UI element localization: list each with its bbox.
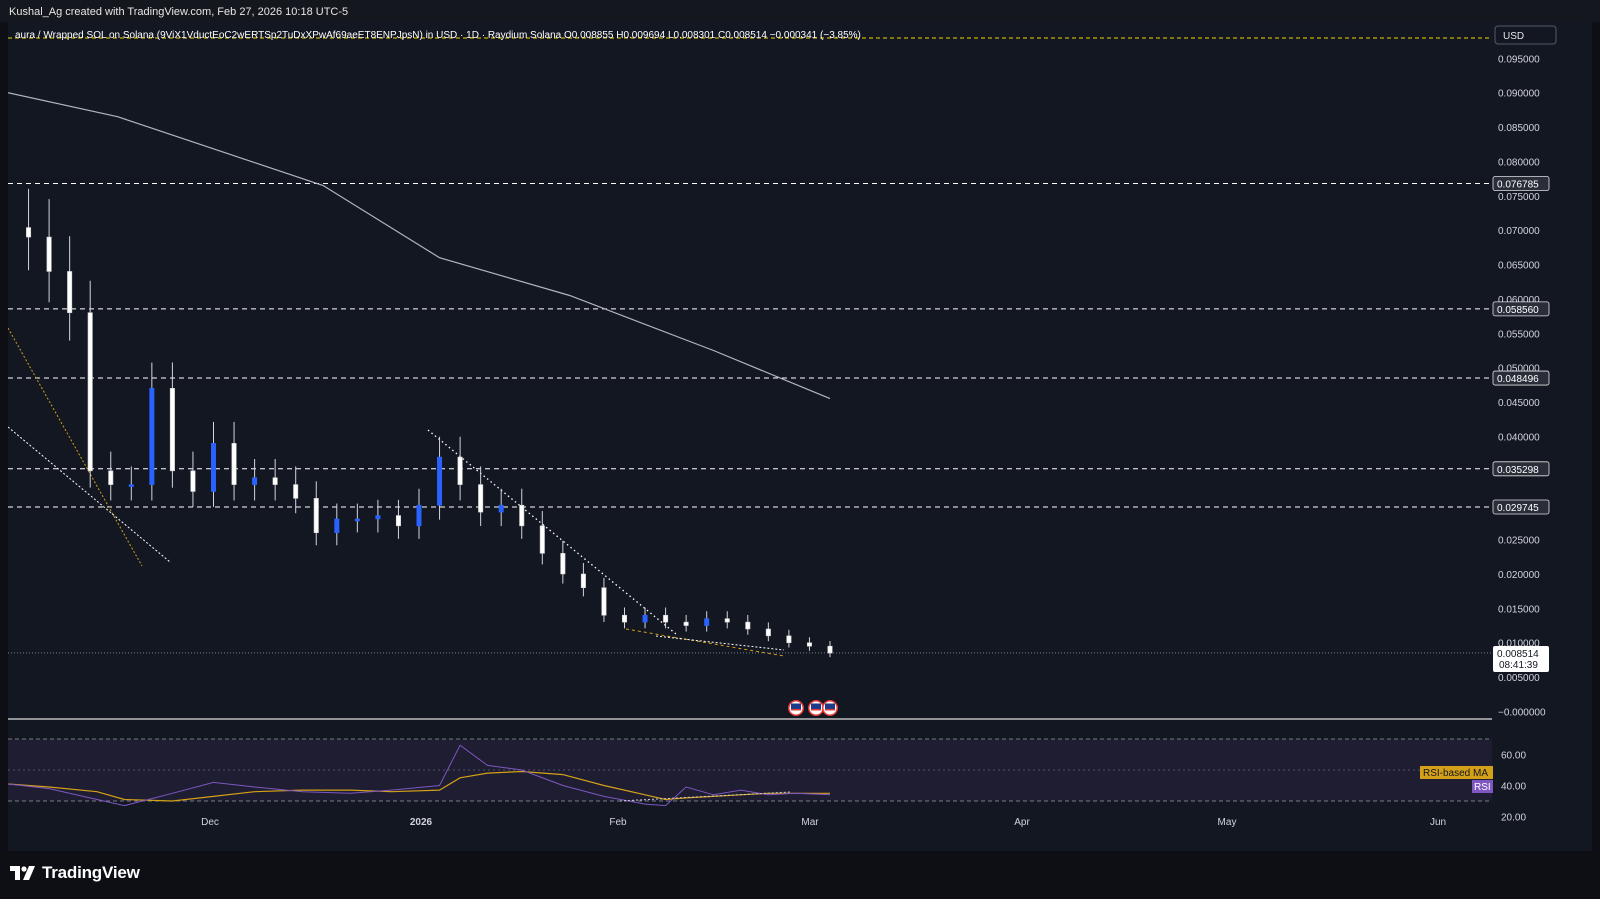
- us-flag-icon: [808, 700, 824, 716]
- candle-body[interactable]: [663, 614, 669, 623]
- candle-body[interactable]: [539, 525, 545, 554]
- price-tick-label: 0.015000: [1498, 604, 1540, 615]
- candle-body[interactable]: [416, 504, 422, 527]
- time-tick-label: 2026: [410, 817, 433, 828]
- tradingview-logo[interactable]: TradingView: [10, 863, 140, 883]
- rsi-legend-label: RSI: [1474, 782, 1491, 793]
- time-tick-label: Feb: [609, 817, 627, 828]
- price-tick-label: 0.005000: [1498, 673, 1540, 684]
- candle-body[interactable]: [519, 504, 525, 527]
- price-level-label: 0.048496: [1497, 374, 1539, 385]
- candle-body[interactable]: [26, 227, 32, 238]
- rsi-tick-label: 40.00: [1501, 782, 1526, 793]
- price-level-label: 0.058560: [1497, 305, 1539, 316]
- trendline-down-dotted: [427, 429, 677, 635]
- candle-body[interactable]: [128, 484, 134, 487]
- candle-body[interactable]: [560, 553, 566, 575]
- candle-body[interactable]: [580, 573, 586, 589]
- price-tick-label: −0.000000: [1498, 708, 1546, 719]
- price-tick-label: 0.045000: [1498, 398, 1540, 409]
- price-tick-label: 0.095000: [1498, 54, 1540, 65]
- time-tick-label: Dec: [201, 817, 219, 828]
- candles-layer: [26, 188, 833, 658]
- candle-body[interactable]: [211, 443, 217, 492]
- candle-body[interactable]: [683, 621, 689, 626]
- candle-body[interactable]: [621, 614, 627, 623]
- time-axis: Dec 2026 Feb Mar Apr May Jun: [201, 817, 1446, 828]
- candle-body[interactable]: [67, 271, 73, 313]
- candle-body[interactable]: [724, 618, 730, 623]
- candle-body[interactable]: [231, 443, 237, 485]
- levels-layer: [8, 183, 1492, 654]
- price-tick-label: 0.065000: [1498, 261, 1540, 272]
- countdown-label: 08:41:39: [1499, 660, 1538, 671]
- price-tick-label: 0.025000: [1498, 536, 1540, 547]
- candle-body[interactable]: [334, 518, 340, 534]
- annotations-layer: [7, 327, 785, 657]
- time-tick-label: Mar: [801, 817, 819, 828]
- tradingview-wordmark: TradingView: [42, 863, 140, 882]
- time-tick-label: May: [1218, 817, 1237, 828]
- rsi-tick-label: 60.00: [1501, 751, 1526, 762]
- trendline-bottom-white: [655, 635, 785, 651]
- rsi-ma-legend-label: RSI-based MA: [1423, 768, 1488, 779]
- chart-panel[interactable]: 0.095000 0.090000 0.085000 0.080000 0.075000…: [7, 22, 1592, 851]
- price-tick-label: 0.020000: [1498, 570, 1540, 581]
- rsi-tick-label: 20.00: [1501, 813, 1526, 824]
- price-level-label: 0.076785: [1497, 180, 1539, 191]
- time-tick-label: Apr: [1014, 817, 1030, 828]
- candle-body[interactable]: [806, 642, 812, 647]
- price-level-label: 0.035298: [1497, 465, 1539, 476]
- candle-body[interactable]: [272, 477, 278, 485]
- moving-average-line: [7, 92, 831, 400]
- candle-body[interactable]: [252, 477, 258, 485]
- candle-body[interactable]: [437, 456, 443, 506]
- symbol-info: aura / Wrapped SOL on Solana (9ViX1Vduct…: [15, 30, 861, 41]
- price-tick-label: 0.055000: [1498, 329, 1540, 340]
- candle-body[interactable]: [478, 484, 484, 513]
- candle-body[interactable]: [46, 236, 52, 272]
- event-markers: [788, 700, 838, 716]
- top-bar: Kushal_Ag created with TradingView.com, …: [0, 0, 1600, 22]
- us-flag-icon: [788, 700, 804, 716]
- candle-body[interactable]: [765, 628, 771, 637]
- us-flag-icon: [822, 700, 838, 716]
- time-tick-label: Jun: [1430, 817, 1446, 828]
- candle-body[interactable]: [108, 470, 114, 485]
- candle-body[interactable]: [395, 515, 401, 527]
- currency-label: USD: [1503, 31, 1524, 42]
- price-tick-label: 0.040000: [1498, 432, 1540, 443]
- price-tick-label: 0.075000: [1498, 192, 1540, 203]
- candle-body[interactable]: [498, 504, 504, 513]
- price-tick-label: 0.070000: [1498, 226, 1540, 237]
- trendline-bottom-yellow: [625, 628, 785, 657]
- candle-body[interactable]: [601, 587, 607, 616]
- candle-body[interactable]: [169, 388, 175, 472]
- candle-body[interactable]: [87, 312, 93, 472]
- candle-body[interactable]: [745, 621, 751, 630]
- candle-body[interactable]: [190, 470, 196, 492]
- candle-body[interactable]: [293, 484, 299, 499]
- footer: TradingView: [0, 851, 1600, 899]
- price-level-label: 0.029745: [1497, 503, 1539, 514]
- candle-body[interactable]: [149, 388, 155, 485]
- price-tick-label: 0.080000: [1498, 157, 1540, 168]
- trendline-left-1: [7, 327, 143, 567]
- credit-text: Kushal_Ag created with TradingView.com, …: [9, 6, 349, 18]
- candle-body[interactable]: [313, 498, 319, 534]
- price-axis: 0.095000 0.090000 0.085000 0.080000 0.075000…: [1492, 54, 1550, 719]
- candle-body[interactable]: [375, 515, 381, 520]
- chart-svg[interactable]: 0.095000 0.090000 0.085000 0.080000 0.075000…: [7, 22, 1592, 851]
- candle-body[interactable]: [354, 518, 360, 522]
- price-tick-label: 0.090000: [1498, 89, 1540, 100]
- candle-body[interactable]: [827, 645, 833, 654]
- candle-body[interactable]: [704, 618, 710, 626]
- candle-body[interactable]: [457, 456, 463, 485]
- price-tick-label: 0.085000: [1498, 123, 1540, 134]
- last-price-label: 0.008514: [1497, 649, 1539, 660]
- candle-body[interactable]: [786, 635, 792, 644]
- tradingview-logo-icon: [10, 866, 35, 880]
- candle-body[interactable]: [642, 614, 648, 623]
